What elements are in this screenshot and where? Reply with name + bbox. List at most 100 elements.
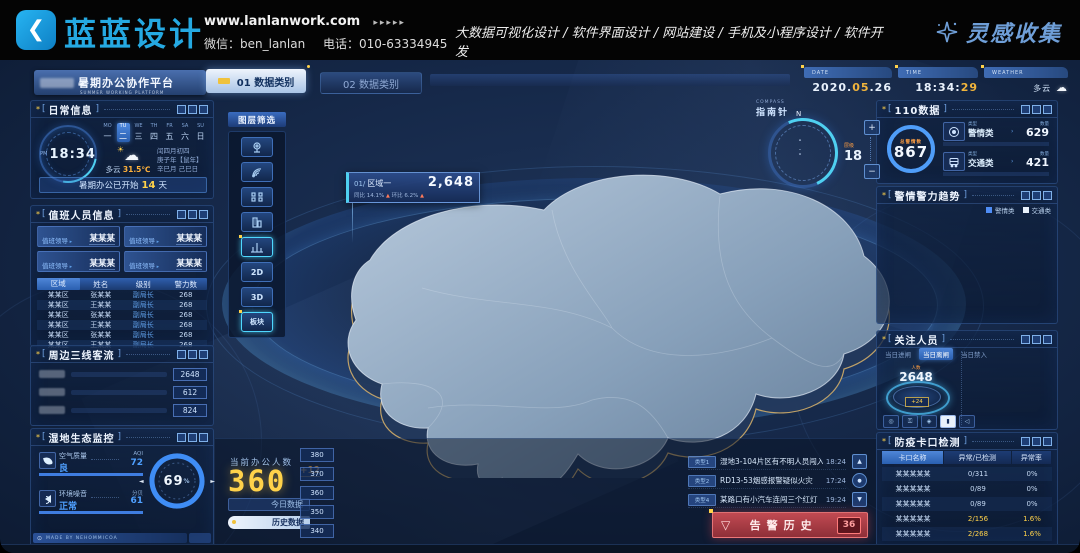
weather-block: ☀☁ 多云 31.5℃ [103, 145, 153, 175]
minimize-icon[interactable] [177, 210, 186, 219]
zoom-out-button[interactable]: − [864, 164, 880, 179]
alert-list-item[interactable]: 类型2 RD13-53烟感报警疑似火灾 17:24 [688, 473, 846, 489]
alert-history-label: 告警历史 [730, 517, 837, 533]
signal-layer-button[interactable] [241, 162, 273, 182]
table-row[interactable]: 某某区张某某副局长268 [37, 290, 207, 300]
maximize-icon[interactable] [1032, 105, 1041, 114]
week-strip: MO一 TU二 WE三 TH四 FR五 SA六 SU日 [101, 123, 207, 142]
zoom-in-button[interactable]: + [864, 120, 880, 135]
table-row[interactable]: 某某某某某2/2681.6% [882, 527, 1052, 541]
table-row[interactable]: 某某区张某某副局长268 [37, 330, 207, 340]
duty-leader-card[interactable]: 值班领导某某某 [124, 251, 207, 272]
expand-icon[interactable] [199, 105, 208, 114]
maximize-icon[interactable] [188, 350, 197, 359]
expand-icon[interactable] [199, 210, 208, 219]
today-data-button[interactable]: 今日数据 [228, 498, 310, 511]
cctv-layer-button[interactable] [241, 137, 273, 157]
board-mode-button[interactable]: 板块 [241, 312, 273, 332]
gauge-right-arrow[interactable]: ► [210, 478, 215, 485]
table-row[interactable]: 某某某某某0/890% [882, 497, 1052, 511]
zoom-level-label: 层级 [844, 142, 854, 149]
gauge-value: 69 [163, 474, 183, 489]
minimize-icon[interactable] [1021, 335, 1030, 344]
panel-title: 日常信息 [49, 102, 93, 117]
scroll-up-button[interactable]: ▲ [852, 454, 867, 469]
barchart-layer-button[interactable] [241, 237, 273, 257]
building-layer-button[interactable] [241, 212, 273, 232]
target-icon[interactable]: ◈ [921, 415, 937, 428]
y-axis-box: 380 [300, 448, 334, 462]
maximize-icon[interactable] [188, 105, 197, 114]
maximize-icon[interactable] [1032, 335, 1041, 344]
alert-time: 18:24 [826, 458, 846, 466]
website-link[interactable]: www.lanlanwork.com [204, 14, 360, 29]
scroll-down-button[interactable]: ▼ [852, 492, 867, 507]
bell-icon[interactable]: ◎ [883, 415, 899, 428]
expand-icon[interactable] [1043, 105, 1052, 114]
duty-leader-card[interactable]: 值班领导某某某 [124, 226, 207, 247]
y-axis-box: 360 [300, 486, 334, 500]
speaker-icon [39, 490, 56, 507]
expand-icon[interactable] [199, 350, 208, 359]
minimize-icon[interactable] [177, 433, 186, 442]
3d-mode-button[interactable]: 3D [241, 287, 273, 307]
count-delta: +24 [905, 397, 929, 407]
expand-icon[interactable] [1043, 335, 1052, 344]
total-value: 867 [894, 145, 928, 159]
layer-filter-title: 图层筛选 [228, 112, 286, 127]
tab-gate-in[interactable]: 当日进闸 [881, 348, 915, 360]
table-row[interactable]: 某某某某某0/890% [882, 482, 1052, 496]
cluster-layer-button[interactable] [241, 187, 273, 207]
maximize-icon[interactable] [188, 210, 197, 219]
maximize-icon[interactable] [1032, 191, 1041, 200]
2d-mode-button[interactable]: 2D [241, 262, 273, 282]
sparkle-icon [934, 19, 960, 45]
cluster-icon [250, 191, 264, 203]
phone-text: 电话：010-63334945 [323, 37, 447, 51]
minimize-icon[interactable] [1021, 437, 1030, 446]
expand-icon[interactable] [1043, 437, 1052, 446]
db-value: 61 [130, 496, 143, 506]
scroll-indicator[interactable]: ● [852, 473, 867, 488]
panel-title: 值班人员信息 [49, 207, 115, 222]
maximize-icon[interactable] [1032, 437, 1041, 446]
table-row[interactable]: 某某区王某某副局长268 [37, 300, 207, 310]
minimize-icon[interactable] [1021, 105, 1030, 114]
total-alarm-gauge: 总警情数867 [885, 123, 937, 175]
alert-tag: 类型4 [688, 494, 716, 506]
table-row[interactable]: 某某区王某某副局长268 [37, 320, 207, 330]
aqi-unit: AQI [133, 451, 143, 457]
minimize-icon[interactable] [177, 105, 186, 114]
cloud-icon: ☁ [124, 146, 139, 164]
table-row[interactable]: 某某某某某2/1561.6% [882, 512, 1052, 526]
tab-gate-out[interactable]: 当日离闸 [919, 348, 953, 360]
alert-list-item[interactable]: 类型4 某路口有小汽车连闯三个红灯 19:24 [688, 492, 846, 508]
collect-label: 灵感收集 [966, 16, 1062, 48]
minimize-icon[interactable] [177, 350, 186, 359]
key-icon[interactable]: ⚿ [902, 415, 918, 428]
inspiration-collect[interactable]: 灵感收集 [934, 16, 1062, 48]
duty-leader-card[interactable]: 值班领导某某某 [37, 251, 120, 272]
alert-list-item[interactable]: 类型1 湿地3-104片区有不明人员闯入 18:24 [688, 454, 846, 470]
zoom-slider[interactable] [870, 137, 871, 161]
battery-icon[interactable]: ▮ [940, 415, 956, 428]
up-arrow-icon: ▲ [420, 193, 424, 199]
maximize-icon[interactable] [188, 433, 197, 442]
panel-focus-persons: [关注人员] 当日进闸 当日离闸 当日禁入 人数 2648 +24 ◎ ⚿ ◈ … [876, 330, 1058, 430]
expand-icon[interactable] [1043, 191, 1052, 200]
alert-history-banner[interactable]: ▽ 告警历史 36 [712, 512, 868, 538]
gauge-left-arrow[interactable]: ◄ [139, 478, 144, 485]
table-row[interactable]: 某某区张某某副局长268 [37, 310, 207, 320]
up-arrow-icon: ▲ [386, 193, 390, 199]
duty-leader-card[interactable]: 值班领导某某某 [37, 226, 120, 247]
minimize-icon[interactable] [1021, 191, 1030, 200]
eco-gauge: 69% ◄ ► [147, 451, 207, 511]
history-data-button[interactable]: 历史数据 [228, 516, 310, 529]
alert-text: 湿地3-104片区有不明人员闯入 [720, 456, 823, 467]
table-row[interactable]: 某某某某某0/3110% [882, 467, 1052, 481]
checkpoint-header: 卡口名称异常/已检测异常率 [882, 451, 1052, 464]
expand-icon[interactable] [199, 433, 208, 442]
panel-duty-staff: [值班人员信息] 值班领导某某某 值班领导某某某 值班领导某某某 值班领导某某某… [30, 205, 214, 347]
tooltip-yoy: 同比 14.1% [354, 193, 384, 199]
compass-widget: COMPASS 指南针 N ˄·˅ + − 层级 18 [756, 100, 882, 194]
